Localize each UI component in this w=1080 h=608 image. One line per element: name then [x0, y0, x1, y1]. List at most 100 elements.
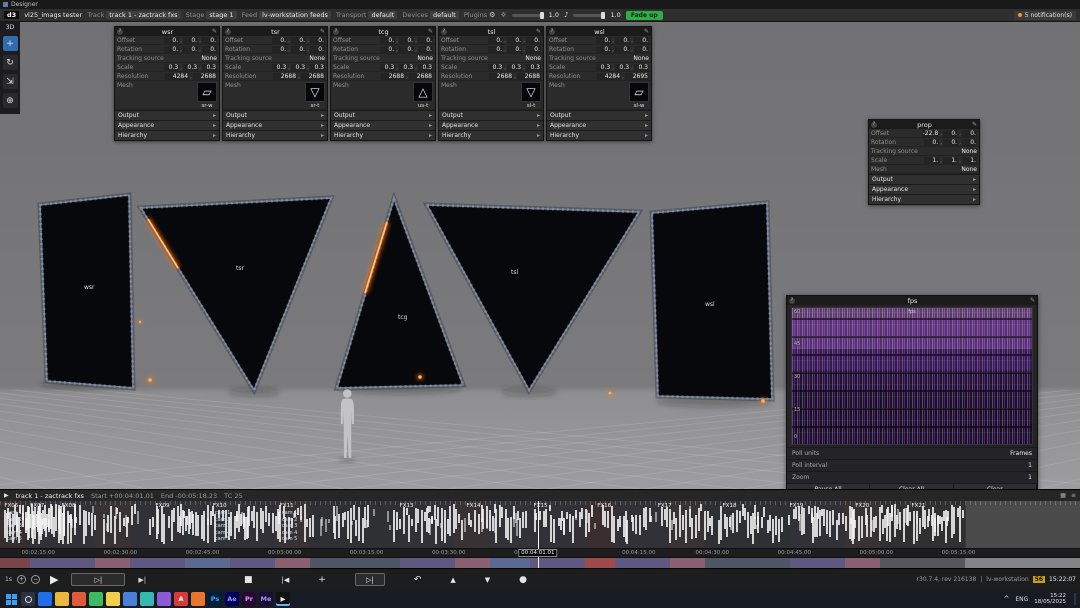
- app-icon-red[interactable]: A: [174, 592, 188, 606]
- scale-tool-button[interactable]: ⇲: [2, 74, 18, 89]
- mesh-thumbnail-icon[interactable]: △: [413, 82, 433, 102]
- keyframe-bar[interactable]: [550, 515, 553, 543]
- timeline-section-segment[interactable]: [965, 558, 1080, 568]
- timeline-section-segment[interactable]: [455, 558, 490, 568]
- keyframe-bar[interactable]: [670, 520, 673, 531]
- keyframe-bar[interactable]: [644, 507, 647, 531]
- keyframe-bar[interactable]: [665, 506, 668, 528]
- help-icon[interactable]: ?: [549, 28, 555, 35]
- keyframe-bar[interactable]: [860, 516, 863, 539]
- keyframe-bar[interactable]: [88, 512, 91, 525]
- value-field[interactable]: 0.: [943, 138, 959, 146]
- keyframe-bar[interactable]: [118, 512, 121, 533]
- keyframe-bar[interactable]: [604, 511, 607, 527]
- keyframe-bar[interactable]: [881, 519, 884, 534]
- taskbar-clock[interactable]: 15:22 18/05/2025: [1034, 593, 1066, 606]
- edit-icon[interactable]: ✎: [972, 121, 977, 128]
- keyframe-bar[interactable]: [207, 504, 210, 526]
- keyframe-bar[interactable]: [47, 509, 50, 519]
- keyframe-bar[interactable]: [947, 510, 950, 521]
- timeline-section-segment[interactable]: [585, 558, 615, 568]
- value-field[interactable]: 0.: [962, 129, 977, 137]
- menu-item-plugins[interactable]: Plugins ⚙: [464, 11, 496, 19]
- panel-section-output[interactable]: Output ▸: [439, 110, 543, 120]
- clear-all-button[interactable]: Clear All: [870, 484, 954, 489]
- keyframe-bar[interactable]: [324, 518, 327, 532]
- keyframe-bar[interactable]: [694, 514, 697, 539]
- value-field[interactable]: 1.: [962, 156, 977, 164]
- keyframe-bar[interactable]: [688, 505, 691, 513]
- keyframe-bar[interactable]: [167, 515, 170, 528]
- keyframe-bar[interactable]: [358, 507, 361, 542]
- keyframe-bar[interactable]: [842, 513, 845, 525]
- menu-item-value[interactable]: default: [429, 11, 459, 19]
- panel-section-output[interactable]: Output ▸: [869, 174, 979, 184]
- keyframe-bar[interactable]: [336, 505, 339, 522]
- value-field[interactable]: 4284: [165, 72, 190, 80]
- value-field[interactable]: 0.: [615, 36, 631, 44]
- keyframe-bar[interactable]: [574, 514, 577, 521]
- value-field[interactable]: 1.: [924, 156, 940, 164]
- keyframe-bar[interactable]: [328, 518, 331, 524]
- keyframe-bar[interactable]: [94, 514, 97, 530]
- keyframe-bar[interactable]: [73, 506, 76, 536]
- premiere-icon[interactable]: Pr: [242, 592, 256, 606]
- help-icon[interactable]: ?: [225, 28, 231, 35]
- keyframe-bar[interactable]: [202, 511, 205, 542]
- value-field[interactable]: 0.3: [634, 63, 649, 71]
- keyframe-bar[interactable]: [781, 516, 784, 532]
- designer-app-icon[interactable]: ▶: [276, 592, 290, 606]
- keyframe-bar[interactable]: [928, 508, 931, 521]
- after-effects-icon[interactable]: Ae: [225, 592, 239, 606]
- value-field[interactable]: 0.: [164, 36, 180, 44]
- value-field[interactable]: None: [417, 55, 433, 62]
- keyframe-bar[interactable]: [352, 504, 355, 521]
- value-field[interactable]: 0.3: [615, 63, 631, 71]
- keyframe-bar[interactable]: [157, 509, 160, 534]
- menu-item-value[interactable]: stage 1: [206, 11, 237, 19]
- timeline-section-segment[interactable]: [0, 558, 30, 568]
- keyframe-bar[interactable]: [420, 510, 423, 544]
- value-field[interactable]: 0.: [943, 129, 959, 137]
- keyframe-bar[interactable]: [196, 515, 199, 536]
- keyframe-bar[interactable]: [341, 513, 344, 528]
- keyframe-bar[interactable]: [803, 508, 806, 535]
- edit-icon[interactable]: ✎: [536, 28, 541, 35]
- fx-marker-fx11[interactable]: FX11: [280, 503, 294, 509]
- fx-marker-fx06[interactable]: FX06: [4, 503, 18, 509]
- keyframe-bar[interactable]: [439, 523, 442, 528]
- brightness-value[interactable]: 1.0: [549, 11, 559, 19]
- value-field[interactable]: 0.: [924, 138, 940, 146]
- menu-item-stage[interactable]: Stage stage 1: [186, 11, 237, 19]
- project-name[interactable]: vl25_imags tester: [24, 11, 82, 19]
- keyframe-bar[interactable]: [743, 507, 746, 521]
- value-field[interactable]: 0.: [526, 45, 541, 53]
- keyframe-bar[interactable]: [458, 513, 461, 523]
- add-marker-button[interactable]: +: [318, 575, 326, 585]
- help-icon[interactable]: ?: [789, 297, 795, 304]
- value-field[interactable]: 0.: [507, 45, 523, 53]
- track-play-icon[interactable]: ▶: [4, 492, 9, 499]
- keyframe-bar[interactable]: [522, 511, 524, 528]
- zoom-value[interactable]: 1: [1028, 474, 1032, 481]
- keyframe-bar[interactable]: [78, 504, 81, 525]
- timeline-section-segment[interactable]: [130, 558, 185, 568]
- keyframe-bar[interactable]: [771, 519, 774, 544]
- value-field[interactable]: 0.3: [418, 63, 433, 71]
- keyframe-bar[interactable]: [690, 518, 693, 539]
- value-field[interactable]: 4284: [597, 72, 622, 80]
- start-button[interactable]: [4, 592, 18, 606]
- app-icon-blue[interactable]: [38, 592, 52, 606]
- app-icon-purple[interactable]: [157, 592, 171, 606]
- panel-section-appearance[interactable]: Appearance ▸: [869, 184, 979, 194]
- keyframe-bar[interactable]: [607, 510, 610, 528]
- keyframe-bar[interactable]: [937, 515, 940, 536]
- keyframe-bar[interactable]: [59, 505, 62, 541]
- keyframe-bar[interactable]: [799, 514, 802, 531]
- timeline-section-segment[interactable]: [30, 558, 95, 568]
- keyframe-bar[interactable]: [398, 518, 401, 529]
- value-field[interactable]: None: [525, 55, 541, 62]
- keyframe-bar[interactable]: [372, 509, 375, 516]
- value-field[interactable]: 0.: [380, 36, 396, 44]
- value-field[interactable]: 0.3: [202, 63, 217, 71]
